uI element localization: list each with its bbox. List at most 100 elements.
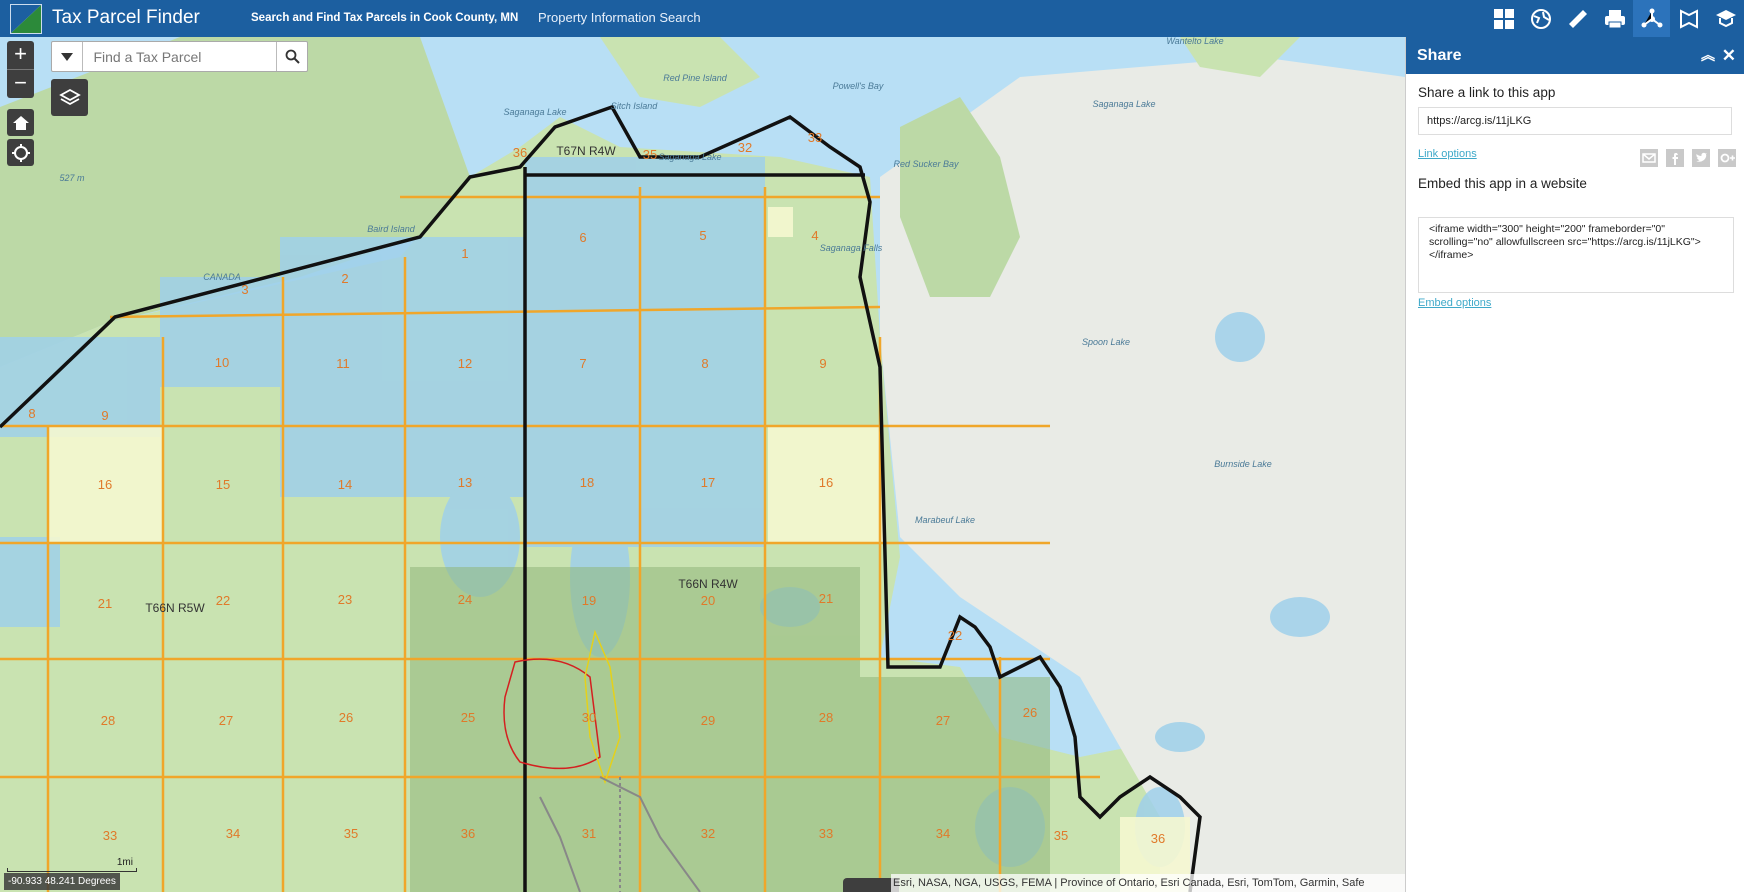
facebook-icon[interactable] xyxy=(1665,148,1685,168)
link-options[interactable]: Link options xyxy=(1418,148,1477,160)
measure-icon[interactable] xyxy=(1559,0,1596,37)
app-subtitle: Search and Find Tax Parcels in Cook Coun… xyxy=(251,12,519,24)
map-feature-label: Saganaga Lake xyxy=(658,152,721,162)
layers-icon xyxy=(58,88,81,105)
section-number: 21 xyxy=(98,596,112,611)
section-number: 10 xyxy=(215,355,229,370)
section-number: 33 xyxy=(819,826,833,841)
map-feature-label: Red Pine Island xyxy=(663,73,728,83)
section-number: 12 xyxy=(458,356,472,371)
section-number: 27 xyxy=(219,713,233,728)
section-number: 14 xyxy=(338,477,352,492)
share-panel: Share ︽ ✕ Share a link to this app https… xyxy=(1405,37,1744,892)
section-number: 28 xyxy=(101,713,115,728)
caret-down-icon xyxy=(61,52,74,61)
locate-button[interactable] xyxy=(7,139,34,166)
section-number: 17 xyxy=(701,475,715,490)
section-number: 34 xyxy=(226,826,240,841)
section-number: 22 xyxy=(216,593,230,608)
share-link-label: Share a link to this app xyxy=(1418,85,1556,100)
map-feature-label: Spoon Lake xyxy=(1082,337,1130,347)
layers-button[interactable] xyxy=(51,79,88,116)
section-number: 9 xyxy=(101,408,108,423)
search-input[interactable] xyxy=(83,42,277,71)
locate-icon xyxy=(11,143,30,162)
section-number: 4 xyxy=(811,228,818,243)
map-feature-label: Saganaga Falls xyxy=(820,243,883,253)
scale-label: 1mi xyxy=(116,857,133,868)
section-number: 33 xyxy=(808,130,822,145)
section-number: 5 xyxy=(699,228,706,243)
map-feature-label: Baird Island xyxy=(367,224,416,234)
section-number: 8 xyxy=(701,356,708,371)
print-icon[interactable] xyxy=(1596,0,1633,37)
section-number: 16 xyxy=(98,477,112,492)
section-number: 32 xyxy=(701,826,715,841)
embed-code-field[interactable]: <iframe width="300" height="200" framebo… xyxy=(1418,217,1734,293)
section-number: 32 xyxy=(738,140,752,155)
section-number: 2 xyxy=(341,271,348,286)
map-view[interactable]: 36 35 32 33 6 5 4 3 2 1 10 11 12 7 8 9 8 9 16 15 14 13 18 17 16 2… xyxy=(0,37,1405,892)
basemap-icon[interactable] xyxy=(1522,0,1559,37)
section-number: 16 xyxy=(819,475,833,490)
section-number: 19 xyxy=(582,593,596,608)
section-number: 29 xyxy=(701,713,715,728)
draw-icon[interactable] xyxy=(1670,0,1707,37)
collapse-icon[interactable]: ︽ xyxy=(1701,37,1715,74)
section-number: 25 xyxy=(461,710,475,725)
section-number: 20 xyxy=(701,593,715,608)
search-source-dropdown[interactable] xyxy=(52,42,84,71)
section-number: 1 xyxy=(461,246,468,261)
section-number: 21 xyxy=(819,591,833,606)
map-feature-label: Saganaga Lake xyxy=(1092,99,1155,109)
search-icon xyxy=(285,49,300,64)
section-number: 23 xyxy=(338,592,352,607)
section-number: 22 xyxy=(948,628,962,643)
section-number: 28 xyxy=(819,710,833,725)
zoom-in-button[interactable]: + xyxy=(7,41,34,69)
coordinate-readout[interactable]: -90.933 48.241 Degrees xyxy=(4,873,120,890)
embed-options[interactable]: Embed options xyxy=(1418,297,1491,309)
section-number: 34 xyxy=(936,826,950,841)
section-number: 36 xyxy=(1151,831,1165,846)
email-icon[interactable] xyxy=(1639,148,1659,168)
home-button[interactable] xyxy=(7,109,34,136)
map-feature-label: Marabeuf Lake xyxy=(915,515,975,525)
map-feature-label: Wantelto Lake xyxy=(1166,37,1223,46)
map-feature-label: 527 m xyxy=(59,173,85,183)
grid-icon[interactable] xyxy=(1485,0,1522,37)
section-number: 31 xyxy=(582,826,596,841)
map-feature-label: Red Sucker Bay xyxy=(893,159,959,169)
section-number: 6 xyxy=(579,230,586,245)
township-label: T66N R4W xyxy=(678,577,738,591)
map-feature-label: Sitch Island xyxy=(611,101,659,111)
about-icon[interactable] xyxy=(1707,0,1744,37)
section-number: 36 xyxy=(461,826,475,841)
app-header: Tax Parcel Finder Search and Find Tax Pa… xyxy=(0,0,1744,37)
map-feature-label: Powell's Bay xyxy=(833,81,884,91)
section-number: 33 xyxy=(103,828,117,843)
section-number: 8 xyxy=(28,406,35,421)
toolbar xyxy=(1485,0,1744,37)
zoom-out-button[interactable]: − xyxy=(7,70,34,98)
section-number: 35 xyxy=(344,826,358,841)
share-link-field[interactable]: https://arcg.is/11jLKG xyxy=(1418,107,1732,135)
close-icon[interactable]: ✕ xyxy=(1722,37,1736,74)
share-icon[interactable] xyxy=(1633,0,1670,37)
section-number: 15 xyxy=(216,477,230,492)
search-button[interactable] xyxy=(276,42,307,71)
twitter-icon[interactable] xyxy=(1691,148,1711,168)
map-canvas[interactable]: 36 35 32336 5 432110 11 12 7 8 98 916 15 14 13 18 17 162… xyxy=(0,37,1405,892)
section-number: 35 xyxy=(1054,828,1068,843)
section-number: 24 xyxy=(458,592,472,607)
township-label: T66N R5W xyxy=(145,601,205,615)
property-search-link[interactable]: Property Information Search xyxy=(538,10,701,25)
section-number: 3 xyxy=(241,282,248,297)
section-number: 27 xyxy=(936,713,950,728)
googleplus-icon[interactable] xyxy=(1717,148,1737,168)
embed-label: Embed this app in a website xyxy=(1418,176,1587,191)
section-number: 26 xyxy=(339,710,353,725)
township-label: T67N R4W xyxy=(556,144,616,158)
scale-bar: 1mi xyxy=(7,857,137,872)
section-number: 18 xyxy=(580,475,594,490)
